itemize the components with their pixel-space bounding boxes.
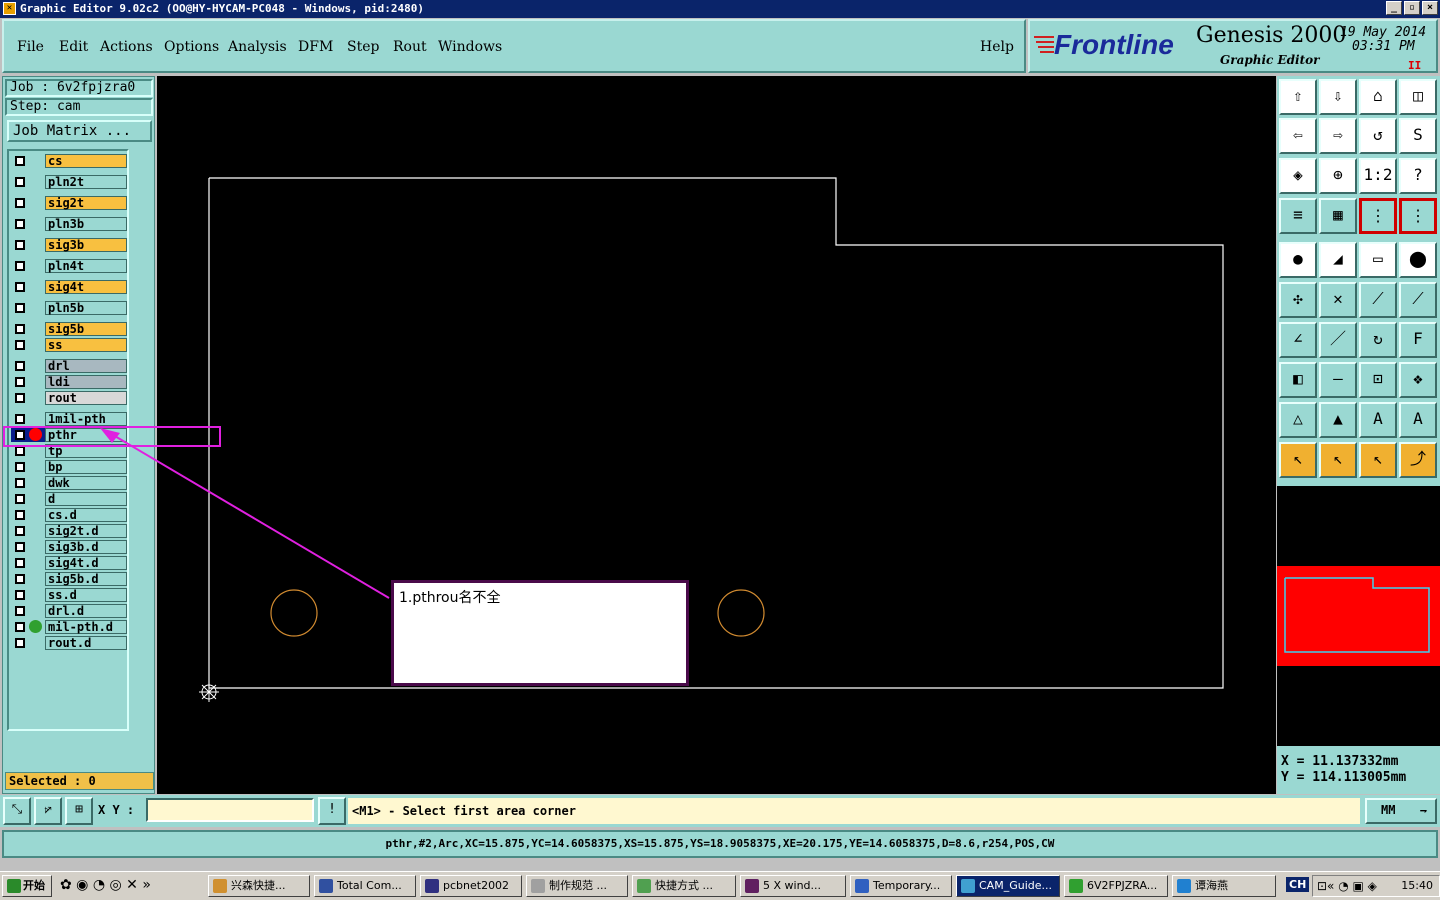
tray-icons[interactable]: ⊡« ◔ ▣ ◈: [1317, 876, 1377, 896]
pointer-path-icon[interactable]: ⤴: [1399, 442, 1437, 478]
app-icon: [319, 879, 333, 893]
overview-window[interactable]: [1277, 486, 1440, 746]
fit-icon[interactable]: ◈: [1279, 158, 1317, 194]
x-coordinate: X = 11.137332mm: [1281, 754, 1399, 769]
zoom-area-icon[interactable]: ⤡: [3, 797, 31, 825]
xy-label: X Y :: [98, 803, 135, 817]
redraw-icon[interactable]: S: [1399, 118, 1437, 154]
zoom-home-icon[interactable]: ⇧: [1279, 79, 1317, 115]
task-9[interactable]: 谭海燕: [1172, 875, 1276, 897]
pan-right-icon[interactable]: ⇨: [1319, 118, 1357, 154]
triangle-icon[interactable]: △: [1279, 402, 1317, 438]
pointer-box-icon[interactable]: ↖: [1319, 442, 1357, 478]
app-icon: [855, 879, 869, 893]
app-icon: [213, 879, 227, 893]
units-value: MM: [1381, 803, 1396, 817]
app-icon: [745, 879, 759, 893]
pointer-arrow-icon[interactable]: ↖: [1359, 442, 1397, 478]
task-1[interactable]: Total Com...: [314, 875, 416, 897]
task-6[interactable]: Temporary...: [850, 875, 952, 897]
slash-icon[interactable]: ／: [1319, 322, 1357, 358]
task-0[interactable]: 兴森快捷...: [208, 875, 310, 897]
snap-icon[interactable]: ⋮: [1359, 198, 1397, 234]
split-view-icon[interactable]: ◫: [1399, 79, 1437, 115]
zoom-down-icon[interactable]: ⇩: [1319, 79, 1357, 115]
help-icon[interactable]: ?: [1399, 158, 1437, 194]
settings-icon[interactable]: ≡: [1279, 198, 1317, 234]
line-red-icon[interactable]: —: [1319, 362, 1357, 398]
app-icon: [961, 879, 975, 893]
units-select[interactable]: MM ⇁: [1365, 798, 1437, 824]
angle-snap-icon[interactable]: ⦬: [34, 797, 62, 825]
annotation-note: 1.pthrou名不全: [391, 580, 689, 686]
measure-icon[interactable]: ◢: [1319, 242, 1357, 278]
task-7[interactable]: CAM_Guide...: [956, 875, 1060, 897]
grid-snap-icon[interactable]: ⊞: [65, 797, 93, 825]
dropdown-arrow-icon: ⇁: [1419, 803, 1427, 817]
dimension-icon[interactable]: ⊡: [1359, 362, 1397, 398]
triangle-icon-2[interactable]: ▲: [1319, 402, 1357, 438]
node-add-icon[interactable]: ◧: [1279, 362, 1317, 398]
windows-taskbar: 开始 ✿ ◉ ◔ ◎ ✕ » 兴森快捷... Total Com... pcbn…: [0, 871, 1440, 900]
triangle-icon-3[interactable]: A: [1359, 402, 1397, 438]
grid-icon[interactable]: ▦: [1319, 198, 1357, 234]
task-8[interactable]: 6V2FPJZRA...: [1064, 875, 1168, 897]
arc-icon[interactable]: ↻: [1359, 322, 1397, 358]
pad-add-icon[interactable]: ●: [1279, 242, 1317, 278]
scale-icon[interactable]: 1:2: [1359, 158, 1397, 194]
shapes-icon[interactable]: ❖: [1399, 362, 1437, 398]
app-icon: [425, 879, 439, 893]
task-4[interactable]: 快捷方式 ...: [632, 875, 736, 897]
ruler-icon[interactable]: ▭: [1359, 242, 1397, 278]
angle-icon[interactable]: ∠: [1279, 322, 1317, 358]
language-indicator[interactable]: CH: [1286, 877, 1310, 892]
app-icon: [1069, 879, 1083, 893]
app-icon: [1177, 879, 1191, 893]
command-bar: ⤡ ⦬ ⊞ X Y : ! <M1> - Select first area c…: [0, 795, 1440, 827]
task-3[interactable]: 制作规范 ...: [526, 875, 628, 897]
text-icon[interactable]: F: [1399, 322, 1437, 358]
pointer-icon[interactable]: ↖: [1279, 442, 1317, 478]
task-2[interactable]: pcbnet2002: [420, 875, 522, 897]
tool-panel: ⇧ ⇩ ⌂ ◫ ⇦ ⇨ ↺ S ◈ ⊕ 1:2 ? ≡ ▦ ⋮ ⋮ ● ◢ ▭ …: [1277, 76, 1440, 794]
start-button[interactable]: 开始: [2, 875, 52, 897]
snap-mode-icon[interactable]: ⋮: [1399, 198, 1437, 234]
task-5[interactable]: 5 X wind...: [740, 875, 846, 897]
xy-input[interactable]: [146, 798, 314, 822]
app-icon: [637, 879, 651, 893]
info-button[interactable]: !: [318, 797, 346, 825]
annotation-text: 1.pthrou名不全: [399, 590, 501, 606]
coordinate-readout: X = 11.137332mm Y = 114.113005mm: [1277, 750, 1440, 792]
center-icon[interactable]: ⊕: [1319, 158, 1357, 194]
overview-map: [1277, 566, 1440, 666]
undo-zoom-icon[interactable]: ↺: [1359, 118, 1397, 154]
pan-left-icon[interactable]: ⇦: [1279, 118, 1317, 154]
line-node-icon[interactable]: ⟋: [1359, 282, 1397, 318]
home-icon[interactable]: ⌂: [1359, 79, 1397, 115]
circle-select-icon[interactable]: ⬤: [1399, 242, 1437, 278]
y-coordinate: Y = 114.113005mm: [1281, 770, 1407, 785]
line-node-icon-2[interactable]: ⟋: [1399, 282, 1437, 318]
system-tray: ⊡« ◔ ▣ ◈ 15:40: [1312, 875, 1440, 897]
connect-icon[interactable]: ✣: [1279, 282, 1317, 318]
app-icon: [531, 879, 545, 893]
clock: 15:40: [1401, 879, 1433, 892]
command-prompt: <M1> - Select first area corner: [348, 798, 1360, 824]
windows-logo-icon: [7, 879, 21, 893]
annotation-overlay: [3, 426, 390, 599]
quicklaunch-icons[interactable]: ✿ ◉ ◔ ◎ ✕ »: [60, 877, 151, 893]
triangle-icon-4[interactable]: A: [1399, 402, 1437, 438]
feature-info-line: pthr,#2,Arc,XC=15.875,YC=14.6058375,XS=1…: [2, 830, 1438, 858]
cross-icon[interactable]: ✕: [1319, 282, 1357, 318]
